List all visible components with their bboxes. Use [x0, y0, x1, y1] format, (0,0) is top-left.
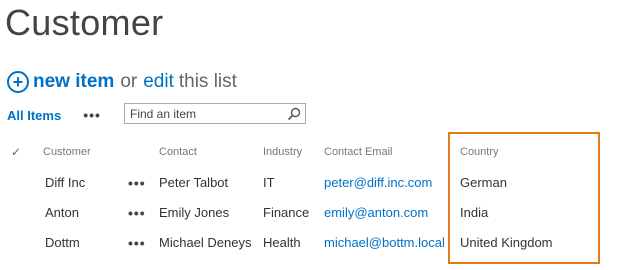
- view-all-items[interactable]: All Items: [7, 108, 61, 123]
- row-2-ellipsis-icon[interactable]: •••: [128, 205, 146, 221]
- row-1-ellipsis-icon[interactable]: •••: [128, 175, 146, 191]
- edit-list-link[interactable]: edit: [143, 71, 174, 93]
- row-3-email-link[interactable]: michael@bottm.local: [324, 235, 445, 250]
- country-column-highlight: [448, 132, 600, 264]
- new-item-link[interactable]: new item: [33, 71, 114, 93]
- row-2-customer[interactable]: Anton: [45, 205, 79, 220]
- search-icon[interactable]: [287, 107, 301, 121]
- row-3-industry: Health: [263, 235, 301, 250]
- row-1-email-link[interactable]: peter@diff.inc.com: [324, 175, 432, 190]
- row-1-customer[interactable]: Diff Inc: [45, 175, 85, 190]
- column-header-contact[interactable]: Contact: [159, 146, 197, 158]
- row-3-contact: Michael Deneys: [159, 235, 252, 250]
- or-text: or: [120, 71, 138, 92]
- new-item-bar: + new item or edit this list: [7, 68, 237, 96]
- row-2-email-link[interactable]: emily@anton.com: [324, 205, 428, 220]
- view-bar: All Items •••: [7, 103, 101, 127]
- page-title: Customer: [5, 2, 164, 43]
- row-1-industry: IT: [263, 175, 275, 190]
- row-1-contact: Peter Talbot: [159, 175, 229, 190]
- view-options-ellipsis-icon[interactable]: •••: [83, 107, 101, 123]
- column-header-industry[interactable]: Industry: [263, 146, 302, 158]
- select-all-checkmark-icon[interactable]: ✓: [11, 145, 21, 159]
- column-header-contact-email[interactable]: Contact Email: [324, 146, 392, 158]
- row-3-ellipsis-icon[interactable]: •••: [128, 235, 146, 251]
- column-header-customer[interactable]: Customer: [43, 146, 91, 158]
- row-3-customer[interactable]: Dottm: [45, 235, 80, 250]
- add-icon[interactable]: +: [7, 71, 29, 93]
- row-2-industry: Finance: [263, 205, 310, 220]
- this-list-text: this list: [178, 71, 237, 92]
- search-box: [124, 103, 306, 124]
- search-input[interactable]: [125, 104, 285, 123]
- row-2-contact: Emily Jones: [159, 205, 230, 220]
